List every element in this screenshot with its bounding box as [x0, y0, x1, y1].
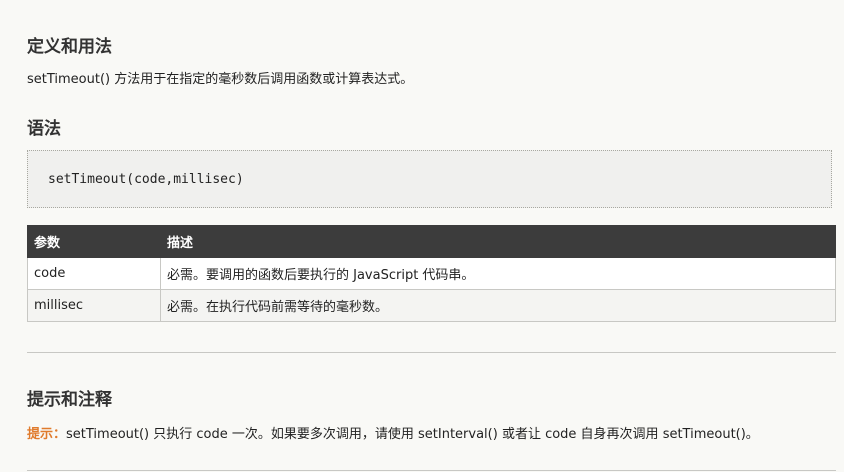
divider-bottom [27, 470, 836, 471]
syntax-heading: 语法 [27, 119, 61, 139]
page: 定义和用法 setTimeout() 方法用于在指定的毫秒数后调用函数或计算表达… [0, 0, 844, 472]
param-desc-cell: 必需。在执行代码前需等待的毫秒数。 [160, 289, 836, 322]
syntax-code: setTimeout(code,millisec) [48, 172, 244, 187]
params-table: 参数 描述 code 必需。要调用的函数后要执行的 JavaScript 代码串… [27, 225, 836, 322]
param-desc-cell: 必需。要调用的函数后要执行的 JavaScript 代码串。 [160, 257, 836, 290]
tips-heading: 提示和注释 [27, 390, 112, 410]
syntax-code-box: setTimeout(code,millisec) [27, 150, 832, 208]
tip-label: 提示： [27, 427, 67, 442]
divider [27, 352, 836, 353]
table-header-desc: 描述 [160, 225, 836, 258]
param-name-cell: millisec [27, 289, 161, 322]
tips-paragraph: 提示：setTimeout() 只执行 code 一次。如果要多次调用，请使用 … [27, 423, 759, 442]
table-header-row: 参数 描述 [27, 225, 836, 258]
definition-heading: 定义和用法 [27, 37, 112, 57]
table-header-param: 参数 [27, 225, 161, 258]
table-row: code 必需。要调用的函数后要执行的 JavaScript 代码串。 [27, 257, 836, 290]
param-name-cell: code [27, 257, 161, 290]
definition-text: setTimeout() 方法用于在指定的毫秒数后调用函数或计算表达式。 [27, 72, 414, 87]
table-row: millisec 必需。在执行代码前需等待的毫秒数。 [27, 289, 836, 322]
tip-text: setTimeout() 只执行 code 一次。如果要多次调用，请使用 set… [66, 427, 759, 442]
